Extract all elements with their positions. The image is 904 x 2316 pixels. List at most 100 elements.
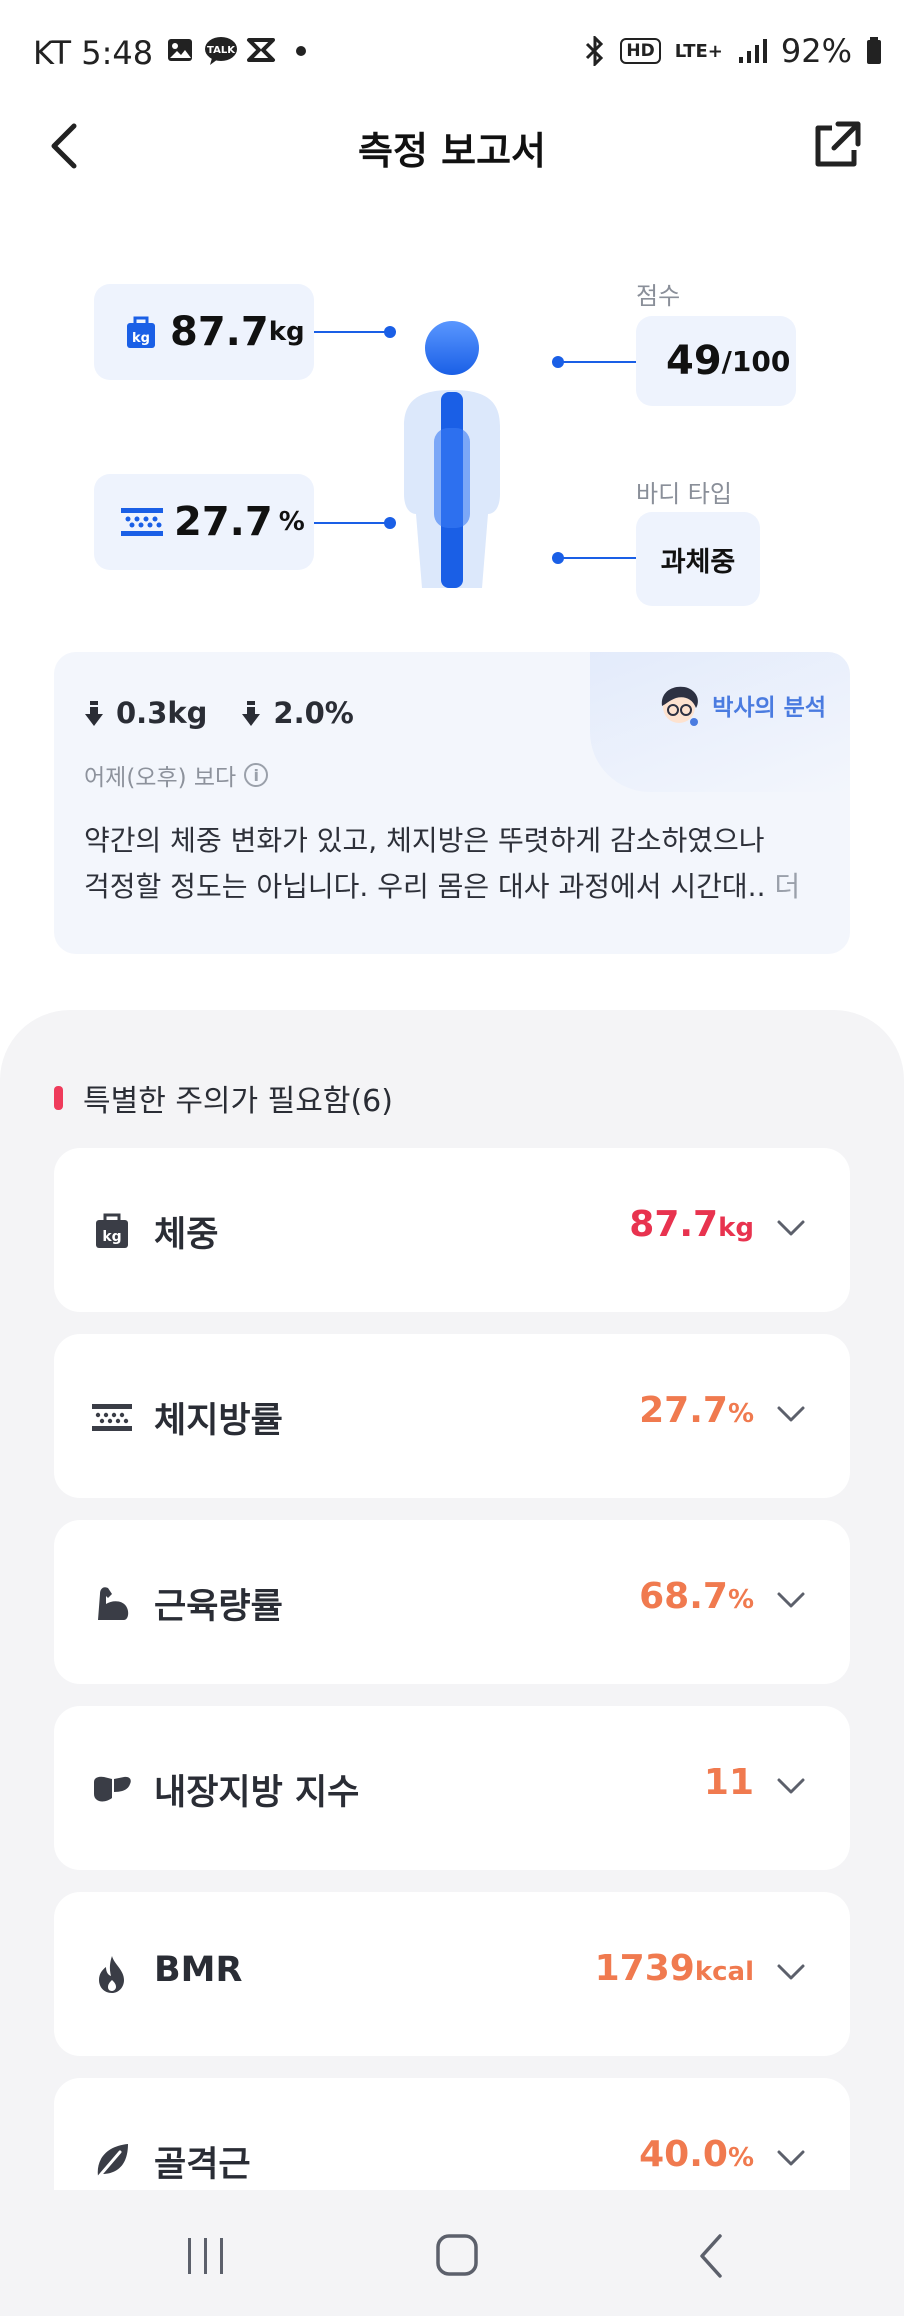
chevron-down-icon <box>777 1778 805 1794</box>
arrow-down-icon <box>85 701 103 726</box>
score-label: 점수 <box>636 282 681 310</box>
body-figure-icon <box>404 321 500 588</box>
muscle-icon <box>98 1587 129 1620</box>
body-type-box: 과체중 <box>636 512 760 606</box>
body-fat-icon <box>92 1404 132 1431</box>
attention-marker <box>54 1086 63 1110</box>
svg-text:TALK: TALK <box>207 45 236 56</box>
notification-dot-icon <box>296 46 306 56</box>
metric-value-unit: % <box>727 1585 754 1615</box>
change-row: 0.3kg 2.0% <box>84 696 388 730</box>
compare-label-text: 어제(오후) 보다 <box>84 765 237 791</box>
score-connector <box>558 361 636 363</box>
body-type-label: 바디 타입 <box>636 480 732 508</box>
doctor-analysis-button[interactable]: 박사의 분석 <box>656 682 826 728</box>
weight-summary: kg 87.7 kg <box>94 284 314 380</box>
metric-card-body-fat[interactable]: 체지방률 27.7% <box>54 1334 850 1498</box>
arrow-down-icon <box>242 701 261 726</box>
metric-value: 1739kcal <box>595 1948 754 1989</box>
doctor-avatar-icon <box>662 686 699 726</box>
metric-name: 체중 <box>154 1215 219 1255</box>
score-max: /100 <box>721 344 791 378</box>
recent-apps-button[interactable] <box>176 2234 236 2278</box>
metric-value-number: 87.7 <box>629 1204 719 1245</box>
doctor-analysis-label: 박사의 분석 <box>712 695 826 721</box>
metric-name: 근육량률 <box>154 1587 283 1627</box>
more-link[interactable]: 더 <box>774 870 800 903</box>
analysis-text-line-2-body: 걱정할 정도는 아닙니다. 우리 몸은 대사 과정에서 시간대.. <box>84 870 766 903</box>
metric-value-number: 40.0 <box>639 2134 728 2175</box>
status-time: KT 5:48 <box>33 34 154 72</box>
metric-value: 27.7% <box>639 1390 754 1431</box>
analysis-text-line-2: 걱정할 정도는 아닙니다. 우리 몸은 대사 과정에서 시간대.. 더 <box>84 864 824 910</box>
system-nav-bar <box>0 2190 904 2316</box>
status-bar: KT 5:48 TALK HD LTE+ 92% <box>0 0 904 104</box>
fat-change-value: 2.0% <box>273 696 354 730</box>
page-title: 측정 보고서 <box>357 129 547 173</box>
body-fat-value: 27.7 <box>174 499 273 545</box>
recent-apps-icon <box>188 2238 223 2274</box>
metric-value-number: 27.7 <box>639 1390 728 1431</box>
metric-name: 내장지방 지수 <box>154 1773 360 1813</box>
chevron-down-icon <box>777 1592 805 1608</box>
status-right: HD LTE+ 92% <box>584 32 882 70</box>
svg-text:kg: kg <box>102 1229 121 1245</box>
metric-value-number: 11 <box>703 1762 754 1803</box>
share-button[interactable] <box>808 114 864 174</box>
metric-value: 40.0% <box>639 2134 754 2175</box>
weight-icon: kg <box>127 316 155 348</box>
bluetooth-icon <box>586 36 604 66</box>
weight-unit: kg <box>268 317 305 347</box>
attention-section: 특별한 주의가 필요함(6) kg 체중 87.7kg 체지방률 27.7% 근… <box>0 1010 904 2316</box>
gallery-icon <box>168 39 192 61</box>
weight-connector <box>314 331 390 333</box>
home-button[interactable] <box>428 2234 488 2278</box>
fat-change: 2.0% <box>241 696 354 730</box>
metric-value: 68.7% <box>639 1576 754 1617</box>
weight-connector-dot <box>384 326 396 338</box>
home-icon <box>436 2234 478 2276</box>
weight-change-value: 0.3kg <box>116 696 208 730</box>
app-header: 측정 보고서 <box>0 104 904 188</box>
body-type-value: 과체중 <box>660 546 736 578</box>
svg-text:kg: kg <box>132 331 150 346</box>
metric-value-unit: % <box>727 1399 754 1429</box>
info-icon[interactable]: i <box>244 763 269 787</box>
score-value: 49 <box>666 338 722 384</box>
nav-back-icon <box>700 2234 722 2278</box>
chevron-down-icon <box>777 1406 805 1422</box>
weight-change: 0.3kg <box>84 696 207 730</box>
share-icon <box>815 121 861 167</box>
weight-value: 87.7 <box>170 309 269 355</box>
message-icon <box>247 38 275 62</box>
body-fat-icon <box>121 508 163 536</box>
metric-value-number: 68.7 <box>639 1576 728 1617</box>
hd-badge: HD <box>620 38 661 64</box>
metric-card-weight[interactable]: kg 체중 87.7kg <box>54 1148 850 1312</box>
analysis-text: 약간의 체중 변화가 있고, 체지방은 뚜렷하게 감소하였으나 걱정할 정도는 … <box>84 818 824 910</box>
metric-value-unit: % <box>727 2143 754 2173</box>
leaf-icon <box>94 2144 128 2180</box>
analysis-card: 0.3kg 2.0% 어제(오후) 보다 i 박사의 분석 약간의 체중 변화가… <box>54 652 850 954</box>
metric-value-unit: kcal <box>694 1957 754 1987</box>
nav-back-button[interactable] <box>682 2234 742 2278</box>
metric-name: BMR <box>154 1950 243 1990</box>
visceral-fat-icon <box>94 1776 131 1802</box>
attention-heading: 특별한 주의가 필요함(6) <box>54 1076 393 1120</box>
metric-card-visceral-fat[interactable]: 내장지방 지수 11 <box>54 1706 850 1870</box>
metric-name: 체지방률 <box>154 1401 283 1441</box>
chevron-down-icon <box>777 1220 805 1236</box>
metric-value: 87.7kg <box>629 1204 754 1245</box>
metric-card-muscle[interactable]: 근육량률 68.7% <box>54 1520 850 1684</box>
kakaotalk-icon: TALK <box>205 37 237 65</box>
flame-icon <box>99 1956 124 1993</box>
body-fat-summary: 27.7 % <box>94 474 314 570</box>
metric-value-unit: kg <box>718 1213 754 1243</box>
metric-value-number: 1739 <box>594 1948 695 1989</box>
metric-card-bmr[interactable]: BMR 1739kcal <box>54 1892 850 2056</box>
metric-value: 11 <box>704 1762 754 1803</box>
battery-icon <box>867 37 881 64</box>
analysis-text-line-1: 약간의 체중 변화가 있고, 체지방은 뚜렷하게 감소하였으나 <box>84 824 765 857</box>
network-type: LTE+ <box>674 40 723 62</box>
body-fat-unit: % <box>278 507 305 537</box>
